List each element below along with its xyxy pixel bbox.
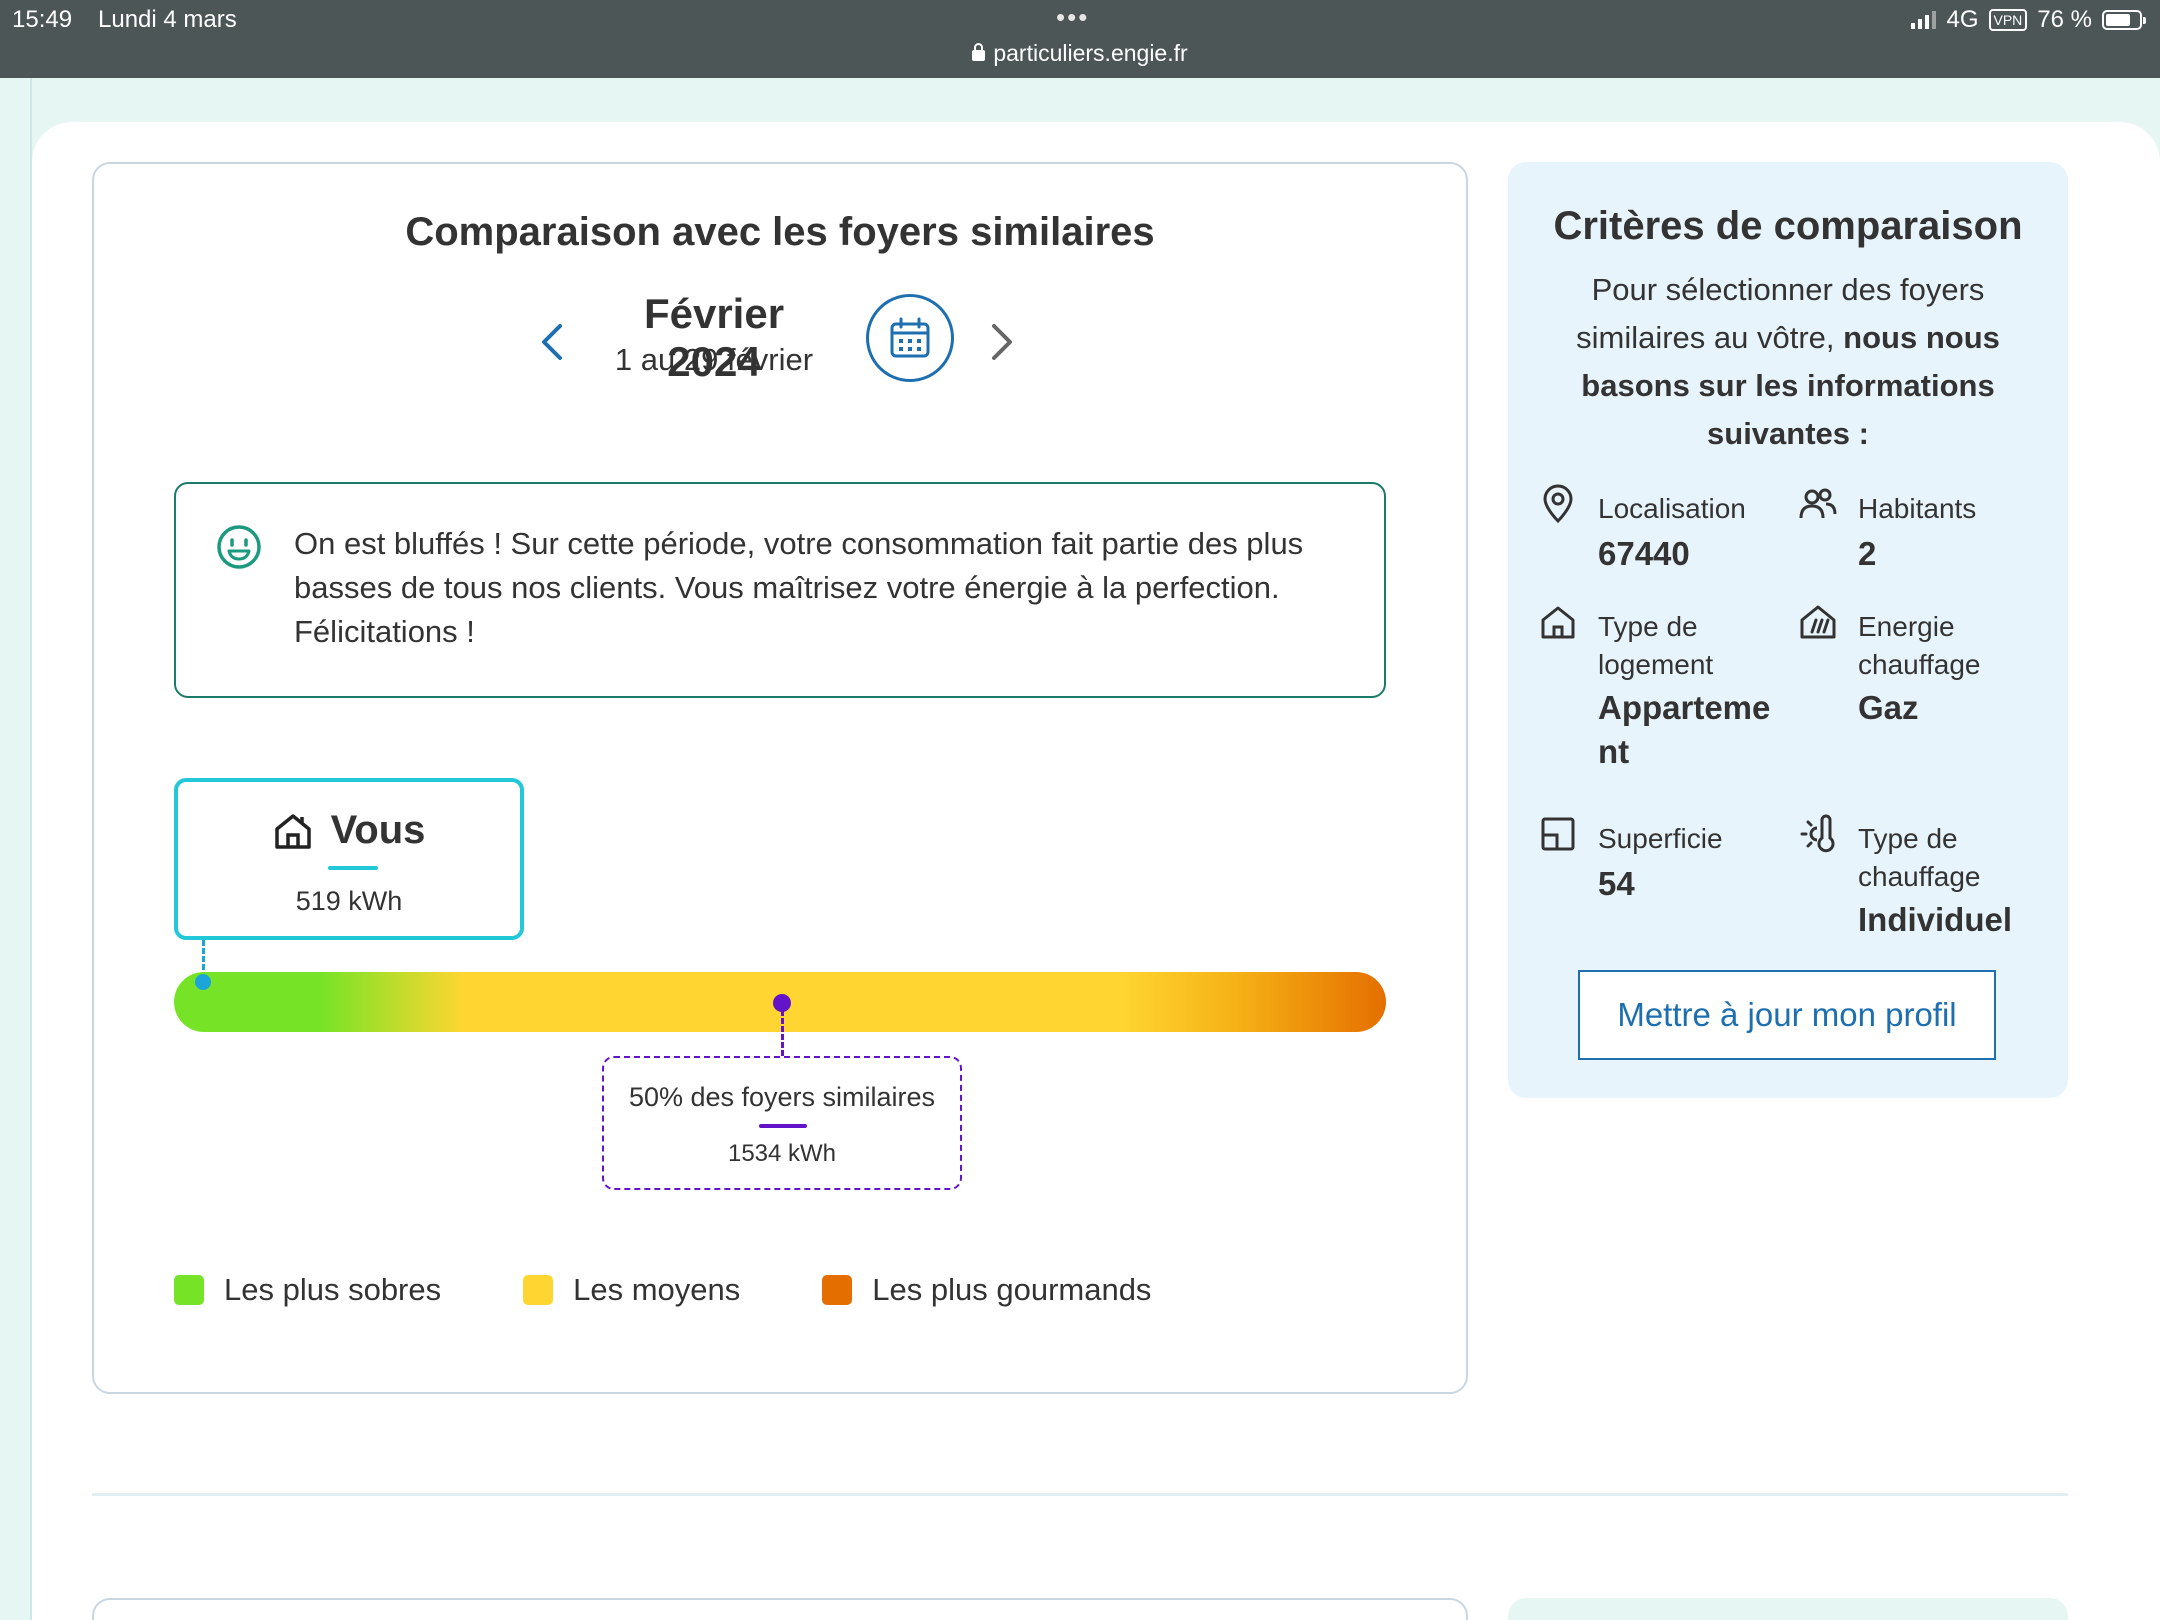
average-value: 1534 kWh (727, 1140, 837, 1167)
legend-swatch (822, 1275, 853, 1305)
house-icon (274, 813, 311, 849)
status-time: 15:49 (12, 6, 73, 33)
criterion-value: Appartement (1598, 689, 1771, 770)
criterion-label: Type de chauffage (1858, 823, 1981, 892)
previous-period-button[interactable] (532, 312, 572, 372)
criterion-localisation: Localisation 67440 (1538, 484, 1778, 604)
next-period-button[interactable] (982, 312, 1022, 372)
criteria-panel: Critères de comparaison Pour sélectionne… (1508, 162, 2068, 1098)
you-value: 519 kWh (295, 886, 403, 916)
you-label: Vous (330, 808, 426, 852)
legend-item-sobres: Les plus sobres (174, 1272, 441, 1308)
legend-swatch (174, 1275, 204, 1305)
network-type: 4G (1946, 6, 1979, 33)
vpn-badge: VPN (1988, 9, 2028, 31)
criterion-habitants: Habitants 2 (1798, 484, 2038, 604)
calendar-icon (890, 317, 930, 358)
status-date: Lundi 4 mars (98, 6, 237, 33)
your-consumption-box: Vous 519 kWh (174, 778, 524, 940)
criteria-title: Critères de comparaison (1553, 204, 2023, 248)
criterion-label: Energie chauffage (1858, 611, 1981, 680)
criterion-superficie: Superficie 54 (1538, 814, 1778, 934)
battery-icon (2102, 10, 2146, 30)
criterion-value: Individuel (1858, 901, 2013, 938)
next-side-panel (1508, 1598, 2068, 1620)
you-marker (195, 974, 211, 990)
gauge-legend: Les plus sobres Les moyens Les plus gour… (174, 1272, 1233, 1308)
criterion-label: Superficie (1598, 823, 1723, 854)
criterion-value: Gaz (1858, 689, 1919, 726)
status-bar: 15:49 Lundi 4 mars ••• particuliers.engi… (0, 0, 2160, 78)
calendar-button[interactable] (866, 294, 954, 382)
surface-icon (1541, 817, 1575, 851)
next-card (92, 1598, 1468, 1620)
criterion-label: Localisation (1598, 493, 1746, 524)
legend-label: Les moyens (573, 1272, 741, 1307)
average-label: 50% des foyers similaires (628, 1082, 936, 1112)
legend-swatch (523, 1275, 554, 1305)
feedback-text: On est bluffés ! Sur cette période, votr… (294, 526, 1304, 649)
criterion-value: 2 (1858, 535, 1877, 572)
criterion-label: Type de logement (1598, 611, 1714, 680)
comparison-card: Comparaison avec les foyers similaires F… (92, 162, 1468, 1394)
criterion-energie-chauffage: Energie chauffage Gaz (1798, 602, 2038, 762)
people-icon (1799, 488, 1837, 519)
lock-icon (972, 43, 986, 61)
section-divider (92, 1493, 2068, 1496)
location-pin-icon (1543, 484, 1573, 524)
criterion-value: 54 (1598, 865, 1635, 902)
criterion-label: Habitants (1858, 493, 1977, 524)
chevron-right-icon (992, 324, 1012, 360)
smiley-icon (217, 525, 261, 569)
period-range: 1 au 29 février (614, 342, 814, 377)
signal-icon (1911, 11, 1937, 29)
you-underline (328, 866, 378, 870)
comparison-title: Comparaison avec les foyers similaires (405, 210, 1155, 254)
house-icon (1541, 606, 1575, 639)
legend-item-moyens: Les moyens (523, 1272, 740, 1308)
legend-label: Les plus sobres (224, 1272, 442, 1307)
status-indicators: 4G VPN 76 % (1911, 6, 2146, 34)
address-bar[interactable]: particuliers.engie.fr (0, 40, 2160, 67)
heating-energy-icon (1800, 605, 1836, 639)
criterion-type-chauffage: Type de chauffage Individuel (1798, 814, 2038, 954)
chevron-left-icon (542, 324, 562, 360)
legend-label: Les plus gourmands (872, 1272, 1152, 1307)
battery-percent: 76 % (2037, 6, 2092, 33)
criterion-value: 67440 (1598, 535, 1690, 572)
legend-item-gourmands: Les plus gourmands (822, 1272, 1151, 1308)
browser-menu-dots[interactable]: ••• (1056, 2, 1089, 33)
update-profile-button[interactable]: Mettre à jour mon profil (1578, 970, 1996, 1060)
criteria-intro: Pour sélectionner des foyers similaires … (1576, 272, 2000, 451)
url-text: particuliers.engie.fr (993, 40, 1188, 66)
feedback-message: On est bluffés ! Sur cette période, votr… (174, 482, 1386, 698)
average-marker-line (781, 1010, 784, 1056)
criterion-type-logement: Type de logement Appartement (1538, 602, 1778, 770)
average-underline (759, 1124, 807, 1128)
thermometer-icon (1800, 814, 1835, 853)
average-consumption-box: 50% des foyers similaires 1534 kWh (602, 1056, 962, 1190)
